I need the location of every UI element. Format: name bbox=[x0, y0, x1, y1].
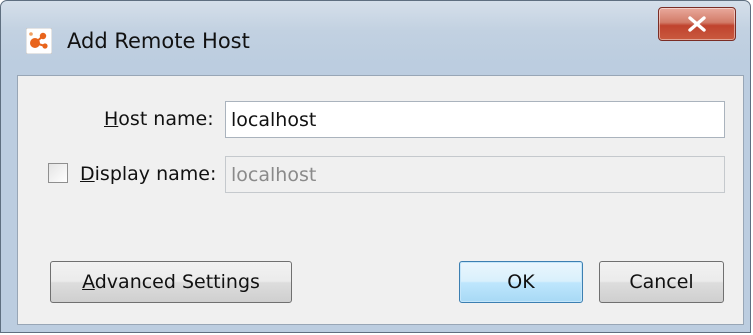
title-bar[interactable]: Add Remote Host bbox=[1, 1, 750, 73]
cancel-button[interactable]: Cancel bbox=[599, 261, 724, 303]
display-name-label-text: isplay name: bbox=[94, 163, 217, 185]
ok-button[interactable]: OK bbox=[459, 261, 583, 303]
app-logo-icon bbox=[26, 28, 52, 54]
close-icon bbox=[688, 16, 706, 32]
dialog-content: Host name: Display name: Advanced Settin… bbox=[17, 75, 744, 325]
display-name-input[interactable] bbox=[225, 156, 725, 193]
host-name-mnemonic: H bbox=[104, 108, 119, 130]
display-name-checkbox[interactable] bbox=[48, 163, 68, 183]
dialog-window: Add Remote Host Host name: Display name:… bbox=[0, 0, 751, 333]
host-name-label-text: ost name: bbox=[118, 108, 214, 130]
advanced-mnemonic: A bbox=[82, 271, 95, 293]
display-name-mnemonic: D bbox=[80, 163, 95, 185]
advanced-settings-button[interactable]: Advanced Settings bbox=[50, 261, 292, 303]
window-title: Add Remote Host bbox=[67, 29, 250, 53]
close-button[interactable] bbox=[658, 7, 736, 41]
host-name-input[interactable] bbox=[225, 101, 725, 138]
host-name-label: Host name: bbox=[104, 106, 214, 132]
advanced-label-text: dvanced Settings bbox=[94, 271, 260, 293]
display-name-label[interactable]: Display name: bbox=[80, 161, 216, 187]
